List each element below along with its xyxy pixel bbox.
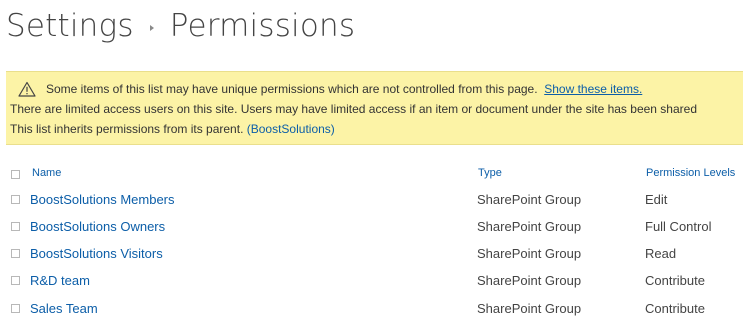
group-type: SharePoint Group	[477, 219, 582, 234]
notice-inherits-text: This list inherits permissions from its …	[10, 122, 244, 136]
table-row: BoostSolutions Owners SharePoint Group F…	[0, 219, 743, 245]
notice-inherits: This list inherits permissions from its …	[10, 122, 335, 137]
table-row: BoostSolutions Visitors SharePoint Group…	[0, 246, 743, 272]
row-checkbox[interactable]	[11, 249, 20, 258]
notice-unique-permissions-text: Some items of this list may have unique …	[46, 82, 538, 96]
row-checkbox[interactable]	[11, 276, 20, 285]
row-checkbox[interactable]	[11, 222, 20, 231]
table-row: Sales Team SharePoint Group Contribute	[0, 301, 743, 327]
row-checkbox[interactable]	[11, 304, 20, 313]
breadcrumb: Settings Permissions	[6, 4, 355, 48]
notice-limited-access: There are limited access users on this s…	[10, 102, 697, 116]
group-type: SharePoint Group	[477, 273, 582, 288]
column-header-name[interactable]: Name	[32, 167, 61, 179]
breadcrumb-separator-icon	[149, 25, 154, 31]
group-type: SharePoint Group	[477, 192, 582, 207]
group-type: SharePoint Group	[477, 246, 582, 261]
select-all-checkbox[interactable]	[11, 170, 20, 179]
row-checkbox[interactable]	[11, 195, 20, 204]
group-type: SharePoint Group	[477, 301, 582, 316]
group-name-link[interactable]: BoostSolutions Members	[30, 192, 175, 208]
permission-level: Read	[645, 246, 677, 261]
page-title: Permissions	[169, 8, 356, 44]
status-notice-bar: Some items of this list may have unique …	[6, 71, 743, 145]
permission-level: Contribute	[645, 301, 705, 316]
column-header-permission-levels[interactable]: Permission Levels	[646, 167, 735, 179]
notice-unique-permissions: Some items of this list may have unique …	[46, 82, 642, 97]
permission-level: Edit	[645, 192, 668, 207]
breadcrumb-settings[interactable]: Settings	[6, 8, 134, 44]
permission-level: Full Control	[645, 219, 712, 234]
warning-icon	[18, 81, 36, 97]
permission-level: Contribute	[645, 273, 705, 288]
group-name-link[interactable]: R&D team	[30, 273, 90, 289]
show-these-items-link[interactable]: Show these items.	[544, 82, 642, 96]
group-name-link[interactable]: BoostSolutions Owners	[30, 219, 165, 235]
parent-site-link[interactable]: (BoostSolutions)	[247, 122, 335, 136]
table-row: R&D team SharePoint Group Contribute	[0, 273, 743, 299]
group-name-link[interactable]: BoostSolutions Visitors	[30, 246, 163, 262]
column-header-type[interactable]: Type	[478, 167, 502, 179]
table-row: BoostSolutions Members SharePoint Group …	[0, 192, 743, 218]
group-name-link[interactable]: Sales Team	[30, 301, 98, 317]
